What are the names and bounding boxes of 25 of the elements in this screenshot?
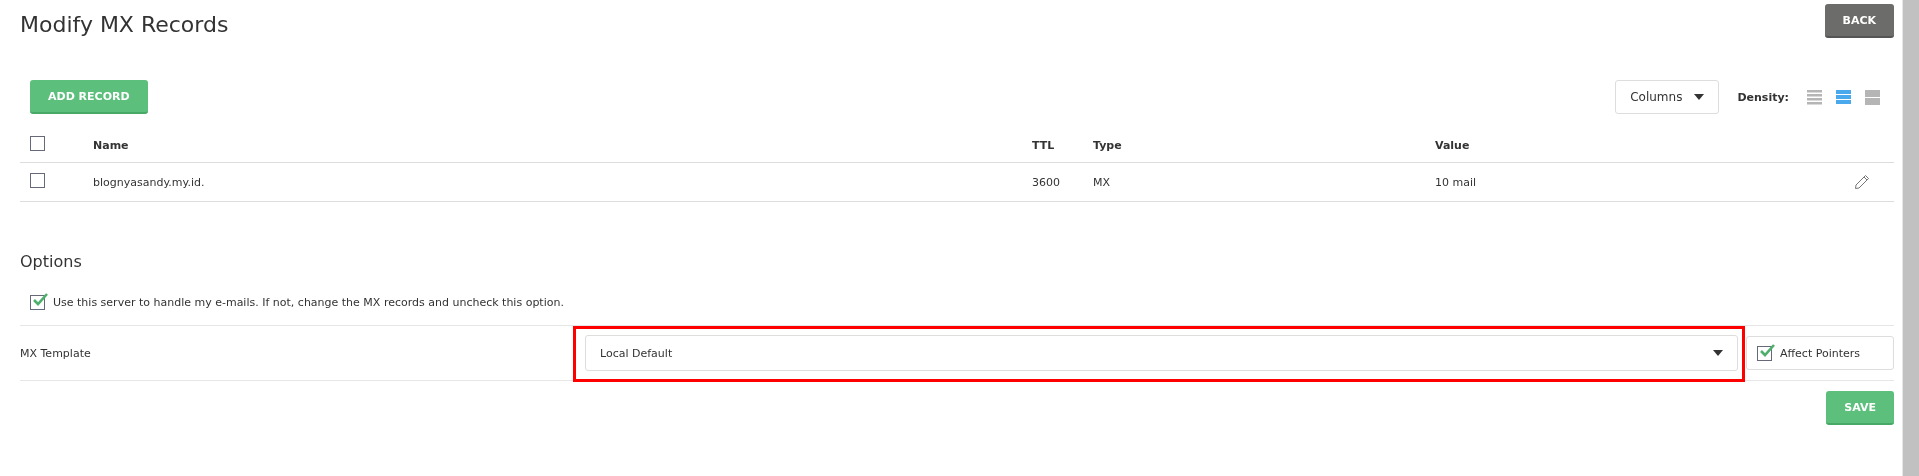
mx-template-label: MX Template <box>20 346 92 360</box>
caret-icon <box>1694 94 1705 100</box>
use-server-checkbox[interactable] <box>30 294 45 310</box>
column-header: Value <box>1435 138 1471 152</box>
columns-button[interactable]: Columns <box>1615 80 1720 114</box>
edit-icon[interactable] <box>1854 174 1870 190</box>
affect-pointers-label: Affect Pointers <box>1780 346 1861 360</box>
column-header: Name <box>93 138 130 152</box>
page-title: Modify MX Records <box>20 12 229 37</box>
table-cell-text: MX <box>1093 175 1112 189</box>
caret-icon <box>1713 350 1723 356</box>
density-label: Density: <box>1737 90 1789 104</box>
options-heading: Options <box>20 252 83 271</box>
back-button[interactable]: BACK <box>1824 4 1894 38</box>
table-cell-text: 10 mail <box>1435 175 1478 189</box>
select-all-checkbox[interactable] <box>30 136 45 151</box>
affect-pointers-checkbox[interactable] <box>1757 345 1772 361</box>
use-server-label: Use this server to handle my e-mails. If not, change the MX records and uncheck this option. <box>53 295 564 309</box>
table-cell-text: 3600 <box>1032 175 1061 189</box>
scrollbar[interactable] <box>1902 0 1919 476</box>
mx-template-select[interactable]: Local Default <box>585 335 1738 371</box>
column-header: TTL <box>1032 138 1056 152</box>
column-header: Type <box>1093 138 1123 152</box>
table-cell-text: blognyasandy.my.id. <box>93 175 206 189</box>
row-checkbox[interactable] <box>30 173 45 188</box>
